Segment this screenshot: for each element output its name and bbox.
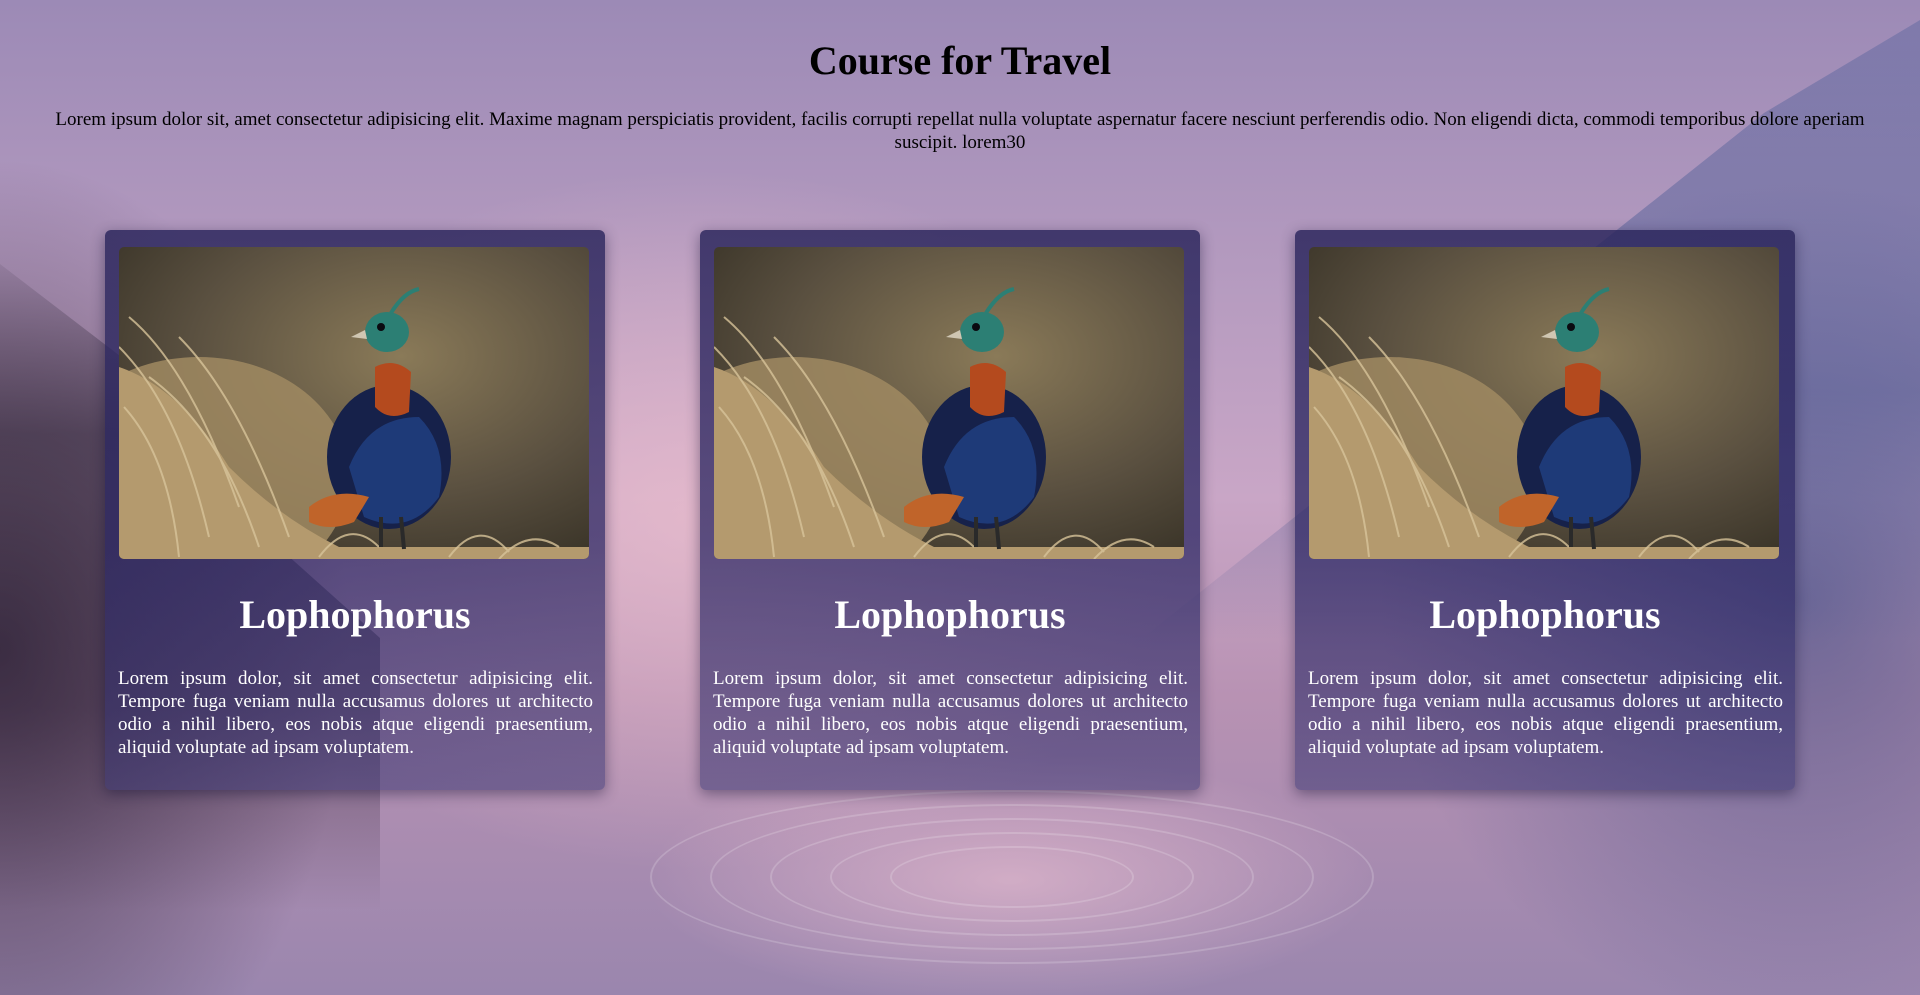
bird-photo bbox=[1309, 247, 1779, 559]
card-description: Lorem ipsum dolor, sit amet consectetur … bbox=[713, 668, 1188, 758]
card-bird-image bbox=[714, 247, 1184, 559]
page-title: Course for Travel bbox=[808, 38, 1112, 83]
card-title: Lophophorus bbox=[239, 592, 471, 637]
card-title: Lophophorus bbox=[834, 592, 1066, 637]
card-description: Lorem ipsum dolor, sit amet consectetur … bbox=[118, 668, 593, 758]
page: Course for Travel Lorem ipsum dolor sit,… bbox=[0, 0, 1920, 995]
card[interactable]: Lophophorus Lorem ipsum dolor, sit amet … bbox=[700, 230, 1200, 790]
card-bird-image bbox=[119, 247, 589, 559]
card-title: Lophophorus bbox=[1429, 592, 1661, 637]
card[interactable]: Lophophorus Lorem ipsum dolor, sit amet … bbox=[1295, 230, 1795, 790]
bird-photo bbox=[714, 247, 1184, 559]
card[interactable]: Lophophorus Lorem ipsum dolor, sit amet … bbox=[105, 230, 605, 790]
card-list: Lophophorus Lorem ipsum dolor, sit amet … bbox=[0, 230, 1920, 790]
intro-text: Lorem ipsum dolor sit, amet consectetur … bbox=[55, 109, 1865, 153]
bird-photo bbox=[119, 247, 589, 559]
card-bird-image bbox=[1309, 247, 1779, 559]
card-description: Lorem ipsum dolor, sit amet consectetur … bbox=[1308, 668, 1783, 758]
